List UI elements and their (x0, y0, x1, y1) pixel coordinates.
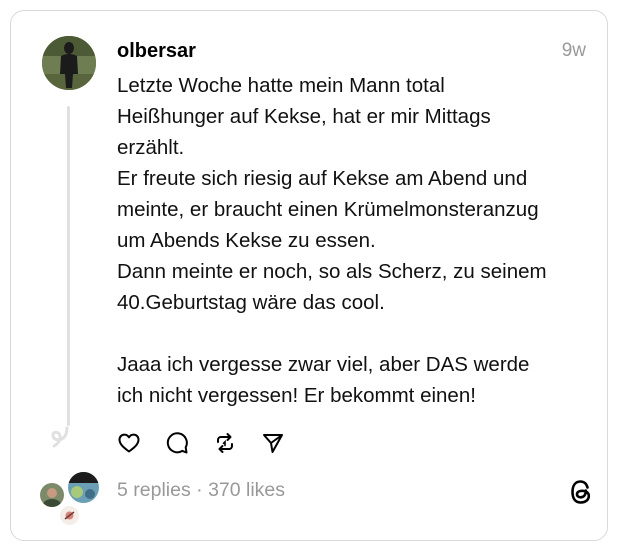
repost-button[interactable] (213, 430, 261, 456)
reply-avatar-3[interactable] (58, 504, 81, 527)
action-bar (117, 430, 309, 456)
username[interactable]: olbersar (117, 40, 196, 63)
heart-icon (118, 433, 140, 453)
user-avatar[interactable] (42, 36, 96, 90)
share-button[interactable] (261, 430, 309, 456)
repost-icon (217, 433, 233, 453)
reply-button[interactable] (165, 430, 213, 456)
thread-line (67, 106, 70, 426)
likes-count[interactable]: 370 likes (208, 479, 285, 501)
stats-separator: · (196, 479, 203, 501)
like-button[interactable] (117, 430, 165, 456)
thread-loop-icon (51, 426, 69, 448)
replies-count[interactable]: 5 replies (117, 479, 191, 501)
comment-icon (166, 432, 188, 454)
post-time[interactable]: 9w (562, 40, 586, 62)
send-icon (263, 434, 283, 453)
post-stats: 5 replies · 370 likes (117, 479, 285, 502)
reply-avatar-1[interactable] (38, 481, 66, 509)
threads-logo-icon[interactable] (568, 478, 594, 506)
reply-avatar-2[interactable] (66, 470, 101, 505)
post-text: Letzte Woche hatte mein Mann total Heißh… (117, 74, 547, 407)
